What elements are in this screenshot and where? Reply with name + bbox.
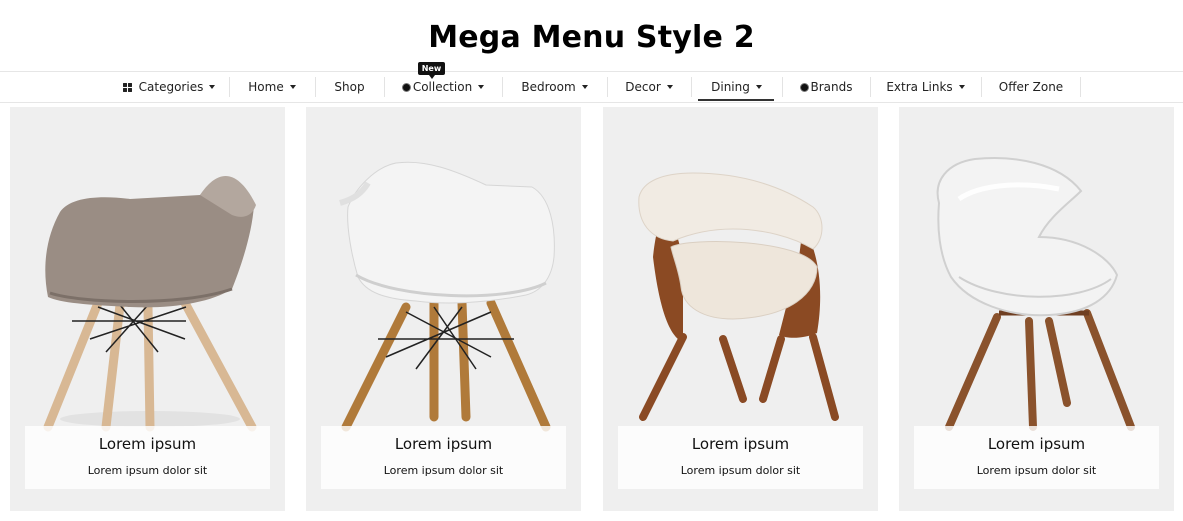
nav-item-label: Brands <box>810 80 853 94</box>
nav-item-shop[interactable]: Shop <box>316 72 383 102</box>
nav-item-home[interactable]: Home <box>230 72 314 102</box>
new-badge: New <box>418 62 445 79</box>
nav-item-label: Dining <box>711 80 750 94</box>
caret-down-icon <box>666 85 673 89</box>
nav-item-label: Bedroom <box>521 80 576 94</box>
card-title: Lorem ipsum <box>98 435 197 453</box>
nav-item-label: Extra Links <box>886 80 953 94</box>
card-title: Lorem ipsum <box>691 435 790 453</box>
caret-down-icon <box>581 85 588 89</box>
nav-item-label: Decor <box>625 80 661 94</box>
nav-item-offer-zone[interactable]: Offer Zone <box>982 72 1080 102</box>
card-caption: Lorem ipsum Lorem ipsum dolor sit <box>618 426 863 489</box>
caret-down-icon <box>478 85 485 89</box>
nav-item-extra-links[interactable]: Extra Links <box>871 72 980 102</box>
grid-icon <box>122 82 132 92</box>
caret-down-icon <box>209 85 216 89</box>
product-card[interactable]: Lorem ipsum Lorem ipsum dolor sit <box>306 107 581 511</box>
nav-item-brands[interactable]: Brands <box>783 72 869 102</box>
product-card[interactable]: Lorem ipsum Lorem ipsum dolor sit <box>10 107 285 511</box>
card-caption: Lorem ipsum Lorem ipsum dolor sit <box>25 426 270 489</box>
active-tab-indicator <box>698 99 774 101</box>
card-subtitle: Lorem ipsum dolor sit <box>383 464 504 477</box>
nav-item-decor[interactable]: Decor <box>608 72 690 102</box>
nav-item-categories[interactable]: Categories <box>110 72 228 102</box>
card-title: Lorem ipsum <box>394 435 493 453</box>
nav-divider <box>1080 77 1081 97</box>
nav-item-label: Categories <box>138 80 204 94</box>
page-title: Mega Menu Style 2 <box>428 20 755 55</box>
nav-item-bedroom[interactable]: Bedroom <box>503 72 606 102</box>
product-card[interactable]: Lorem ipsum Lorem ipsum dolor sit <box>603 107 878 511</box>
card-subtitle: Lorem ipsum dolor sit <box>976 464 1097 477</box>
card-title: Lorem ipsum <box>987 435 1086 453</box>
product-card[interactable]: Lorem ipsum Lorem ipsum dolor sit <box>899 107 1174 511</box>
caret-down-icon <box>958 85 965 89</box>
mega-menu-nav: Categories Home Shop Collection Bedroom … <box>0 71 1183 103</box>
card-subtitle: Lorem ipsum dolor sit <box>87 464 208 477</box>
nav-item-label: Collection <box>412 80 473 94</box>
dot-icon <box>799 82 809 92</box>
nav-item-collection[interactable]: Collection <box>385 72 501 102</box>
card-caption: Lorem ipsum Lorem ipsum dolor sit <box>914 426 1159 489</box>
nav-item-dining[interactable]: Dining <box>692 72 781 102</box>
card-subtitle: Lorem ipsum dolor sit <box>680 464 801 477</box>
nav-item-label: Shop <box>334 80 365 94</box>
nav-item-label: Offer Zone <box>998 80 1064 94</box>
caret-down-icon <box>289 85 296 89</box>
dot-icon <box>401 82 411 92</box>
caret-down-icon <box>755 85 762 89</box>
card-caption: Lorem ipsum Lorem ipsum dolor sit <box>321 426 566 489</box>
nav-item-label: Home <box>248 80 284 94</box>
